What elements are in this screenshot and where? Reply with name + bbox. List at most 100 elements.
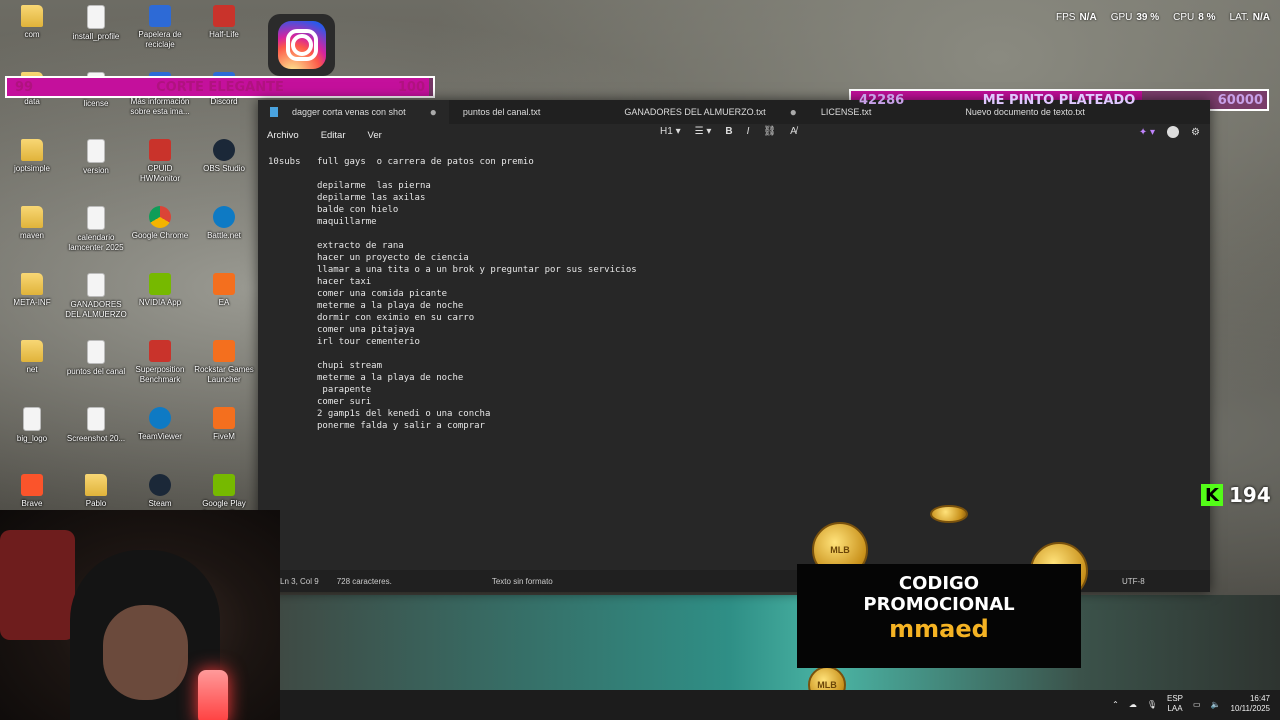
network-icon[interactable]: ▭: [1193, 700, 1201, 709]
list-icon[interactable]: ☰ ▾: [695, 126, 712, 137]
text-editor[interactable]: 10subs full gays o carrera de patos con p…: [258, 152, 1210, 570]
orange-icon: [213, 273, 235, 295]
microphone-icon[interactable]: 🎙: [1147, 700, 1157, 709]
desktop-icon-superposition-benchmark[interactable]: Superposition Benchmark: [128, 340, 192, 385]
encoding: UTF-8: [1122, 576, 1145, 586]
desktop-icon-maven[interactable]: maven: [0, 206, 64, 241]
teal-icon: [149, 407, 171, 429]
editor-line: maquillarme: [317, 217, 377, 227]
desktop-icon-net[interactable]: net: [0, 340, 64, 375]
instagram-icon: [268, 14, 335, 76]
desktop-icon-label: install_profile: [72, 32, 120, 41]
desktop-icon-label: META-INF: [13, 298, 51, 307]
editor-line: depilarme las axilas: [317, 193, 426, 203]
editor-line: parapente: [317, 385, 372, 395]
clock[interactable]: 16:47 10/11/2025: [1231, 694, 1270, 714]
desktop-icon-pablo[interactable]: Pablo: [64, 474, 128, 509]
tab-ganadores[interactable]: GANADORES DEL ALMUERZO.txt ●: [612, 100, 808, 124]
account-avatar-icon[interactable]: [1167, 126, 1180, 138]
desktop-icon-version[interactable]: version: [64, 139, 128, 176]
desktop-icon-label: Pablo: [85, 499, 107, 508]
link-icon[interactable]: ⛓: [763, 126, 776, 137]
desktop-icon-label: Superposition Benchmark: [135, 365, 185, 384]
goal-title: ME PINTO PLATEADO: [982, 92, 1136, 108]
desktop-icon-battle-net[interactable]: Battle.net: [192, 206, 256, 241]
language-indicator[interactable]: ESP LAA: [1167, 694, 1183, 714]
desktop-icon-label: Screenshot 20...: [66, 434, 126, 443]
desktop-icon-label: GANADORES DEL ALMUERZO: [65, 300, 127, 319]
tab-dagger[interactable]: dagger corta venas con shot ●: [258, 100, 449, 124]
italic-icon[interactable]: I: [747, 126, 750, 137]
editor-line: dormir con eximio en su carro: [317, 313, 475, 323]
editor-line: comer suri: [317, 397, 372, 407]
file-icon: [87, 139, 105, 163]
desktop-icon-label: joptsimple: [13, 164, 50, 173]
goal-target: 100: [397, 79, 425, 95]
desktop-icon-google-chrome[interactable]: Google Chrome: [128, 206, 192, 241]
red-icon: [149, 139, 171, 161]
desktop-icon-rockstar-games-launcher[interactable]: Rockstar Games Launcher: [192, 340, 256, 385]
cloud-icon[interactable]: ☁: [1129, 700, 1137, 709]
desktop-icon-nvidia-app[interactable]: NVIDIA App: [128, 273, 192, 308]
desktop-icon-calendario-lamcenter-2025[interactable]: calendario lamcenter 2025: [64, 206, 128, 253]
chair: [0, 530, 75, 640]
menu-ver[interactable]: Ver: [368, 130, 382, 141]
desktop-icon-steam[interactable]: Steam: [128, 474, 192, 509]
bold-icon[interactable]: B: [725, 126, 732, 137]
wallpaper-cave-water: [280, 595, 1280, 690]
goal-title: CORTE ELEGANTE: [156, 79, 284, 95]
settings-gear-icon[interactable]: ⚙: [1191, 127, 1200, 138]
steam-icon: [149, 474, 171, 496]
editor-line: irl tour cementerio: [317, 337, 420, 347]
desktop-icon-label: Más información sobre esta ima...: [130, 97, 190, 116]
orange-icon: [213, 340, 235, 362]
desktop-icon-label: Papelera de reciclaje: [138, 30, 182, 49]
folder-icon: [21, 206, 43, 228]
file-icon: [87, 206, 105, 230]
desktop-icon-label: license: [83, 99, 109, 108]
volume-icon[interactable]: 🔈: [1211, 700, 1221, 709]
desktop-icon-label: maven: [19, 231, 44, 240]
desktop-icon-label: FiveM: [213, 432, 235, 441]
notepad-icon: [270, 107, 278, 117]
desktop-icon-label: Steam: [148, 499, 172, 508]
desktop-icon-screenshot-20[interactable]: Screenshot 20...: [64, 407, 128, 444]
copilot-icon[interactable]: ✦ ▾: [1139, 127, 1155, 138]
desktop-icon-cpuid-hwmonitor[interactable]: CPUID HWMonitor: [128, 139, 192, 184]
chevron-up-icon[interactable]: ⌃: [1112, 700, 1119, 709]
editor-line: extracto de rana: [317, 241, 404, 251]
desktop-icon-puntos-del-canal[interactable]: puntos del canal: [64, 340, 128, 377]
webcam-feed: [0, 510, 280, 720]
tab-puntos[interactable]: puntos del canal.txt: [451, 100, 553, 124]
desktop-icon-label: Google Chrome: [131, 231, 189, 240]
clear-format-icon[interactable]: A̸: [790, 126, 797, 137]
char-count: 728 caracteres.: [336, 576, 392, 586]
desktop-icon-com[interactable]: com: [0, 5, 64, 40]
desktop-icon-fivem[interactable]: FiveM: [192, 407, 256, 442]
desktop-icon-install-profile[interactable]: install_profile: [64, 5, 128, 42]
desktop-icon-meta-inf[interactable]: META-INF: [0, 273, 64, 308]
desktop-icon-label: net: [26, 365, 38, 374]
desktop-icon-big-logo[interactable]: big_logo: [0, 407, 64, 444]
desktop-icon-label: OBS Studio: [203, 164, 245, 173]
file-icon: [87, 340, 105, 364]
system-tray: ⌃ ☁ 🎙 ESP LAA ▭ 🔈 16:47 10/11/2025: [1112, 694, 1270, 714]
desktop-icon-teamviewer[interactable]: TeamViewer: [128, 407, 192, 442]
goal-bar-corte: 99 CORTE ELEGANTE 100: [5, 76, 435, 98]
editor-line: meterme a la playa de noche: [317, 301, 464, 311]
desktop-icon-half-life[interactable]: Half-Life: [192, 5, 256, 40]
desktop-icon-ea[interactable]: EA: [192, 273, 256, 308]
desktop-icon-label: EA: [218, 298, 230, 307]
folder-icon: [21, 340, 43, 362]
desktop-icon-brave[interactable]: Brave: [0, 474, 64, 509]
streamer-face: [103, 605, 188, 700]
brave-icon: [21, 474, 43, 496]
editor-line: meterme a la playa de noche: [317, 373, 464, 383]
desktop-icon-ganadores-del-almuerzo[interactable]: GANADORES DEL ALMUERZO: [64, 273, 128, 320]
menu-editar[interactable]: Editar: [321, 130, 346, 141]
desktop-icon-papelera-de-reciclaje[interactable]: Papelera de reciclaje: [128, 5, 192, 50]
menu-archivo[interactable]: Archivo: [267, 130, 299, 141]
heading-select[interactable]: H1 ▾: [660, 126, 681, 137]
desktop-icon-obs-studio[interactable]: OBS Studio: [192, 139, 256, 174]
desktop-icon-joptsimple[interactable]: joptsimple: [0, 139, 64, 174]
